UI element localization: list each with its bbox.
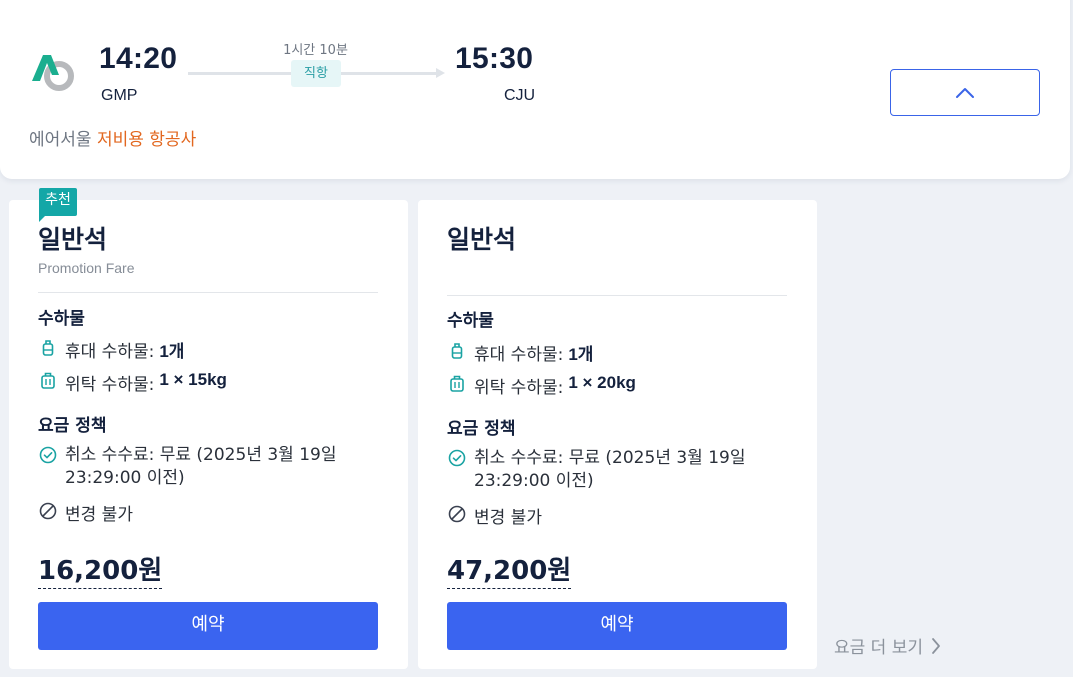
fare-card: 추천 일반석 Promotion Fare 수하물 휴대 수하물: 1개 위탁 … <box>9 188 408 669</box>
checked-label: 위탁 수하물: <box>65 375 155 395</box>
arrival-time: 15:30 <box>455 42 534 75</box>
baggage-title: 수하물 <box>38 309 85 329</box>
checked-value: 1 × 15kg <box>159 370 227 389</box>
arrival-airport: CJU <box>504 87 536 104</box>
reserve-button[interactable]: 예약 <box>38 602 378 650</box>
chevron-up-icon <box>956 87 974 98</box>
fare-policy-title: 요금 정책 <box>38 416 107 436</box>
check-circle-icon <box>447 447 467 469</box>
carry-on-bag-icon <box>447 340 467 362</box>
carry-on-baggage: 휴대 수하물: 1개 <box>447 340 593 365</box>
change-policy: 변경 불가 <box>65 505 133 525</box>
departure-time: 14:20 <box>99 42 178 75</box>
recommend-badge: 추천 <box>39 188 77 222</box>
checked-label: 위탁 수하물: <box>474 378 564 398</box>
flight-duration: 1시간 10분 <box>283 43 348 58</box>
carry-on-value: 1개 <box>159 342 185 361</box>
checked-bag-icon <box>447 373 467 395</box>
check-circle-icon <box>38 444 58 466</box>
chevron-right-icon <box>931 637 941 655</box>
baggage-title: 수하물 <box>447 311 494 331</box>
cancel-fee: 취소 수수료: 무료 (2025년 3월 19일 23:29:00 이전) <box>65 445 337 488</box>
seat-class: 일반석 <box>38 225 108 254</box>
checked-baggage: 위탁 수하물: 1 × 15kg <box>38 370 227 395</box>
divider <box>447 295 787 296</box>
fare-type: Promotion Fare <box>38 260 135 276</box>
checked-value: 1 × 20kg <box>568 373 636 392</box>
cancel-fee-row: 취소 수수료: 무료 (2025년 3월 19일 23:29:00 이전) <box>447 447 764 493</box>
carry-on-bag-icon <box>38 337 58 359</box>
seat-class: 일반석 <box>447 225 517 254</box>
airline-info: 에어서울 저비용 항공사 <box>29 125 196 150</box>
direct-flight-badge: 직항 <box>291 60 341 87</box>
departure-airport: GMP <box>101 87 138 104</box>
fare-price[interactable]: 47,200원 <box>447 550 572 589</box>
carry-on-value: 1개 <box>568 345 594 364</box>
airline-name: 에어서울 <box>29 130 92 150</box>
divider <box>38 292 378 293</box>
prohibited-icon <box>38 500 58 522</box>
fare-policy-title: 요금 정책 <box>447 419 516 439</box>
reserve-button[interactable]: 예약 <box>447 602 787 650</box>
change-policy: 변경 불가 <box>474 508 542 528</box>
carry-on-label: 휴대 수하물: <box>65 342 155 362</box>
more-fares-link[interactable]: 요금 더 보기 <box>834 633 941 658</box>
carry-on-baggage: 휴대 수하물: 1개 <box>38 337 184 362</box>
fare-card: 일반석 수하물 휴대 수하물: 1개 위탁 수하물: 1 × 20kg 요금 정… <box>418 200 817 669</box>
low-cost-carrier-tag: 저비용 항공사 <box>96 130 197 150</box>
collapse-fares-button[interactable] <box>890 69 1040 116</box>
change-policy-row: 변경 불가 <box>447 503 542 528</box>
prohibited-icon <box>447 503 467 525</box>
checked-baggage: 위탁 수하물: 1 × 20kg <box>447 373 636 398</box>
airline-logo <box>30 53 76 93</box>
route-arrow-icon <box>436 68 445 78</box>
more-fares-label: 요금 더 보기 <box>834 638 924 658</box>
cancel-fee-row: 취소 수수료: 무료 (2025년 3월 19일 23:29:00 이전) <box>38 444 355 490</box>
fare-price[interactable]: 16,200원 <box>38 550 163 589</box>
carry-on-label: 휴대 수하물: <box>474 345 564 365</box>
checked-bag-icon <box>38 370 58 392</box>
flight-summary-card: 14:20 GMP 1시간 10분 직항 15:30 CJU 에어서울 저비용 … <box>0 0 1070 179</box>
cancel-fee: 취소 수수료: 무료 (2025년 3월 19일 23:29:00 이전) <box>474 448 746 491</box>
change-policy-row: 변경 불가 <box>38 500 133 525</box>
